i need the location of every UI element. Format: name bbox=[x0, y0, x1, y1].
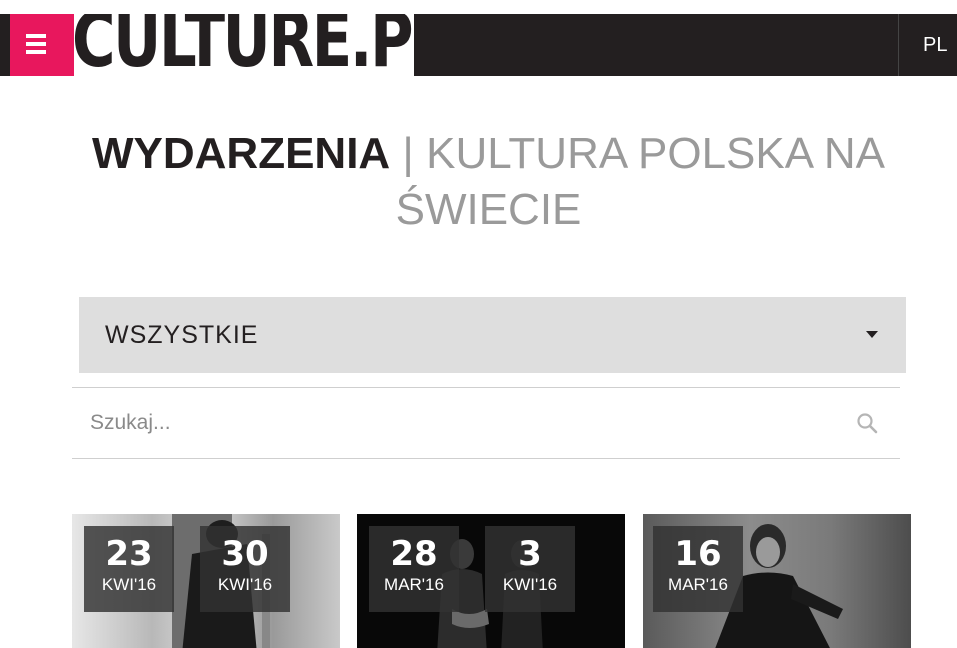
date-month: MAR'16 bbox=[668, 575, 728, 594]
date-day: 3 bbox=[518, 534, 542, 574]
menu-button[interactable] bbox=[10, 14, 74, 76]
logo-text: CULTURE.PL bbox=[74, 14, 414, 76]
search-input[interactable] bbox=[88, 404, 812, 442]
event-card[interactable]: 23 KWI'16 30 KWI'16 bbox=[72, 514, 340, 648]
category-dropdown[interactable]: WSZYSTKIE bbox=[79, 297, 906, 373]
page-title-main: WYDARZENIA bbox=[91, 129, 391, 178]
date-month: KWI'16 bbox=[217, 575, 273, 594]
caret-down-icon bbox=[866, 331, 878, 338]
page-title: WYDARZENIA | KULTURA POLSKA NA ŚWIECIE bbox=[60, 126, 917, 238]
language-label: PL bbox=[923, 34, 948, 56]
event-start-date: 28 MAR'16 bbox=[369, 526, 459, 612]
site-logo[interactable]: CULTURE.PL bbox=[74, 14, 414, 76]
language-selector[interactable]: PL bbox=[898, 14, 957, 76]
event-start-date: 23 KWI'16 bbox=[84, 526, 174, 612]
date-day: 23 bbox=[105, 534, 153, 574]
page: CULTURE.PL PL WYDARZENIA | KULTURA POLSK… bbox=[0, 0, 957, 648]
event-card[interactable]: 16 MAR'16 bbox=[643, 514, 911, 648]
date-month: KWI'16 bbox=[502, 575, 558, 594]
date-day: 30 bbox=[221, 534, 269, 574]
date-day: 28 bbox=[390, 534, 438, 574]
event-end-date: 3 KWI'16 bbox=[485, 526, 575, 612]
page-title-subtitle: KULTURA POLSKA NA ŚWIECIE bbox=[395, 129, 885, 234]
event-card[interactable]: 28 MAR'16 3 KWI'16 bbox=[357, 514, 625, 648]
search-icon[interactable] bbox=[856, 412, 878, 434]
date-month: MAR'16 bbox=[384, 575, 444, 594]
date-month: KWI'16 bbox=[101, 575, 157, 594]
search-bar bbox=[72, 387, 900, 459]
category-dropdown-value: WSZYSTKIE bbox=[105, 321, 259, 349]
date-day: 16 bbox=[674, 534, 722, 574]
page-title-separator: | bbox=[402, 129, 414, 178]
event-date: 16 MAR'16 bbox=[653, 526, 743, 612]
hamburger-menu-icon bbox=[26, 34, 46, 58]
event-end-date: 30 KWI'16 bbox=[200, 526, 290, 612]
